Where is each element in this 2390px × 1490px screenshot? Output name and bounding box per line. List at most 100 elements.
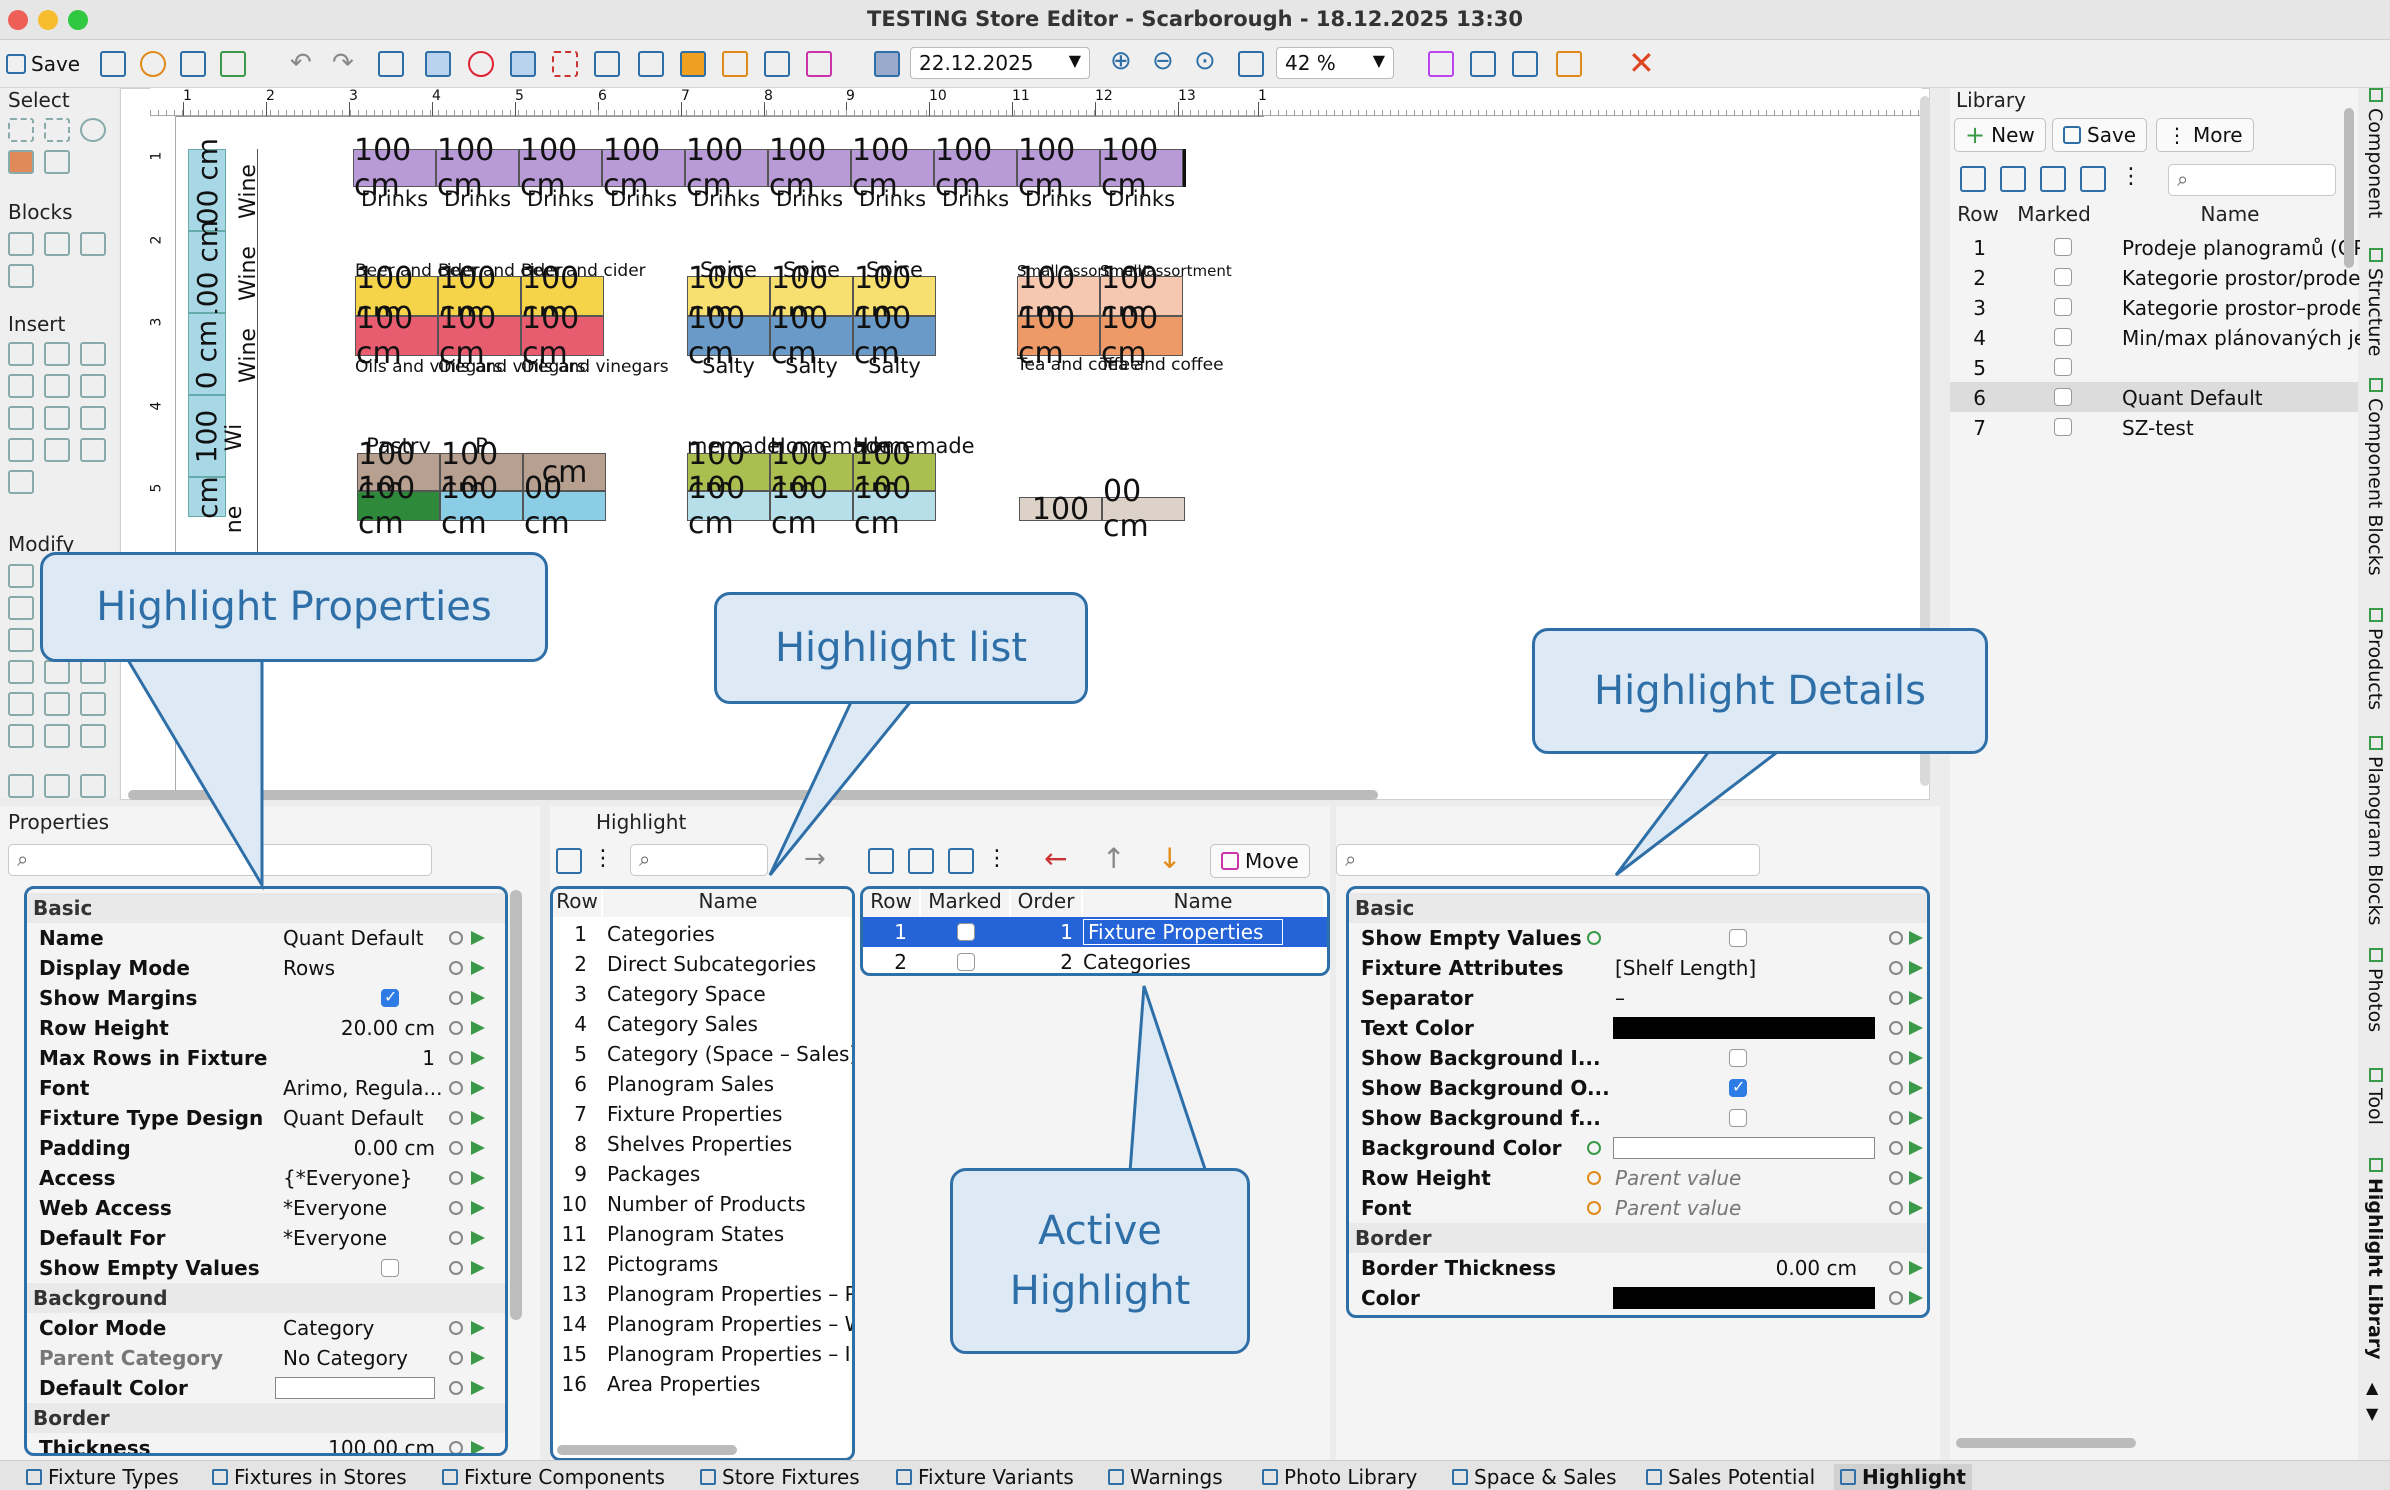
modify-7-icon[interactable]	[8, 692, 34, 716]
highlight-list-item[interactable]: 11 Planogram States	[553, 1219, 852, 1249]
oils-cell[interactable]: 100 cm	[355, 301, 438, 371]
insert-7-icon[interactable]	[8, 406, 34, 430]
scroll-down-icon[interactable]: ▼	[2366, 1404, 2378, 1423]
marked-checkbox[interactable]	[2054, 328, 2072, 346]
bottom-tab-photo-library[interactable]: Photo Library	[1256, 1464, 1423, 1490]
side-tab-highlight-library[interactable]: Highlight Library	[2364, 1158, 2386, 1360]
marked-checkbox[interactable]	[2054, 418, 2072, 436]
inherit-icon[interactable]	[1587, 1201, 1601, 1215]
show-empty-values-checkbox[interactable]	[381, 1259, 399, 1277]
insert-2-icon[interactable]	[44, 342, 70, 366]
library-copy-icon[interactable]	[2000, 166, 2026, 192]
marked-checkbox[interactable]	[957, 953, 975, 971]
library-row[interactable]: 2 Kategorie prostor/prodej	[1950, 262, 2366, 292]
select-pointer-icon[interactable]	[44, 150, 70, 174]
reset-icon[interactable]	[449, 991, 463, 1005]
modify-15-icon[interactable]	[80, 774, 106, 798]
apply-icon[interactable]	[1909, 1141, 1923, 1155]
reset-icon[interactable]	[1889, 1081, 1903, 1095]
notes-icon[interactable]	[100, 51, 126, 77]
apply-icon[interactable]	[471, 991, 485, 1005]
reset-icon[interactable]	[449, 1111, 463, 1125]
move-button[interactable]: Move	[1210, 844, 1310, 878]
drinks-cell[interactable]: 100 cm	[768, 133, 851, 203]
side-tab-structure[interactable]: Structure	[2364, 248, 2386, 356]
color-fill-icon[interactable]	[680, 51, 706, 77]
move-down-icon[interactable]: ↓	[1158, 842, 1181, 875]
oils-cell[interactable]: 100 cm	[438, 301, 521, 371]
select-target-icon[interactable]	[80, 118, 106, 142]
zoom-combo[interactable]: 42 % ▼	[1276, 47, 1394, 79]
salty-cell[interactable]: 100 cm	[687, 301, 770, 371]
check-all-icon[interactable]	[868, 848, 894, 874]
drinks-cell[interactable]: 100 cm	[602, 133, 685, 203]
property-row[interactable]: Border	[1349, 1223, 1927, 1253]
bottom-tab-space-sales[interactable]: Space & Sales	[1446, 1464, 1623, 1490]
property-row[interactable]: Font Arimo, Regula...	[27, 1073, 505, 1103]
highlight-list-item[interactable]: 16 Area Properties	[553, 1369, 852, 1399]
modify-move-icon[interactable]	[8, 596, 34, 620]
default-icon[interactable]	[1587, 1141, 1601, 1155]
reset-icon[interactable]	[449, 1381, 463, 1395]
library-row[interactable]: 1 Prodeje planogramů (GP1	[1950, 232, 2378, 262]
reset-icon[interactable]	[1889, 1021, 1903, 1035]
highlight-list-item[interactable]: 13 Planogram Properties – Pr	[553, 1279, 852, 1309]
highlight-search-input[interactable]: ⌕	[630, 844, 768, 876]
add-to-active-arrow-icon[interactable]: →	[804, 844, 826, 874]
library-new-button[interactable]: + New	[1954, 118, 2046, 152]
column-header-name[interactable]: Name	[1083, 889, 1323, 917]
calendar-layer-icon[interactable]	[874, 51, 900, 77]
highlight-list-item[interactable]: 8 Shelves Properties	[553, 1129, 852, 1159]
insert-8-icon[interactable]	[44, 406, 70, 430]
grid-icon[interactable]	[638, 51, 664, 77]
modify-align-icon[interactable]	[44, 660, 70, 684]
column-header-name[interactable]: Name	[2102, 202, 2358, 230]
property-row[interactable]: Font Parent value	[1349, 1193, 1927, 1223]
export-chart-icon[interactable]	[1428, 51, 1454, 77]
reset-icon[interactable]	[449, 1351, 463, 1365]
highlight-list-item[interactable]: 14 Planogram Properties – W	[553, 1309, 852, 1339]
last-row-cell[interactable]: 00 cm	[1102, 474, 1185, 544]
fit-icon[interactable]	[378, 51, 404, 77]
color-swatch[interactable]	[1613, 1137, 1875, 1159]
zoom-fit-icon[interactable]: ⊙	[1194, 46, 1216, 76]
insert-line-icon[interactable]	[8, 438, 34, 462]
drinks-cell[interactable]: 100 cm	[685, 133, 768, 203]
homemade-row2-cell[interactable]: 100 cm	[770, 471, 853, 541]
apply-icon[interactable]	[471, 1171, 485, 1185]
tea-cell[interactable]: 100 cm	[1100, 301, 1183, 371]
property-row[interactable]: Default Color	[27, 1373, 505, 1403]
reset-icon[interactable]	[1889, 1261, 1903, 1275]
highlight-list-item[interactable]: 9 Packages	[553, 1159, 852, 1189]
property-row[interactable]: Show Empty Values	[1349, 923, 1927, 953]
redo-icon[interactable]: ↷	[332, 48, 354, 78]
property-row[interactable]: Show Background I...	[1349, 1043, 1927, 1073]
reset-icon[interactable]	[1889, 991, 1903, 1005]
property-row[interactable]: Fixture Type Design Quant Default	[27, 1103, 505, 1133]
vertical-shelf-cell[interactable]: 0 cm	[188, 313, 226, 395]
pastry-row2-cell[interactable]: 100 cm	[440, 471, 523, 541]
details-search-input[interactable]: ⌕	[1336, 844, 1760, 876]
properties-scrollbar[interactable]	[510, 890, 522, 1320]
column-header-row[interactable]: Row	[553, 889, 601, 917]
property-checkbox[interactable]	[1729, 1077, 1747, 1097]
bottom-tab-fixture-components[interactable]: Fixture Components	[436, 1464, 671, 1490]
apply-icon[interactable]	[1909, 931, 1923, 945]
side-tab-planogram-blocks[interactable]: Planogram Blocks	[2364, 736, 2386, 925]
property-row[interactable]: Thickness 100.00 cm	[27, 1433, 505, 1453]
oils-cell[interactable]: 100 cm	[521, 301, 604, 371]
remove-arrow-icon[interactable]: ←	[1044, 842, 1067, 875]
reset-icon[interactable]	[1889, 1291, 1903, 1305]
pastry-row2-cell[interactable]: 00 cm	[523, 471, 606, 541]
property-row[interactable]: Show Empty Values	[27, 1253, 505, 1283]
library-check-icon[interactable]	[1960, 166, 1986, 192]
highlight-list-item[interactable]: 5 Category (Space – Sales)	[553, 1039, 852, 1069]
insert-chart-icon[interactable]	[44, 438, 70, 462]
apply-icon[interactable]	[471, 1351, 485, 1365]
library-save-button[interactable]: Save	[2052, 118, 2148, 152]
vertical-shelf-cell[interactable]: 100 cm	[188, 137, 226, 243]
vertical-shelf-cell[interactable]: 100	[188, 395, 226, 477]
salty-cell[interactable]: 100 cm	[770, 301, 853, 371]
vertical-shelf-cell[interactable]: cm	[188, 476, 226, 518]
apply-icon[interactable]	[1909, 1021, 1923, 1035]
